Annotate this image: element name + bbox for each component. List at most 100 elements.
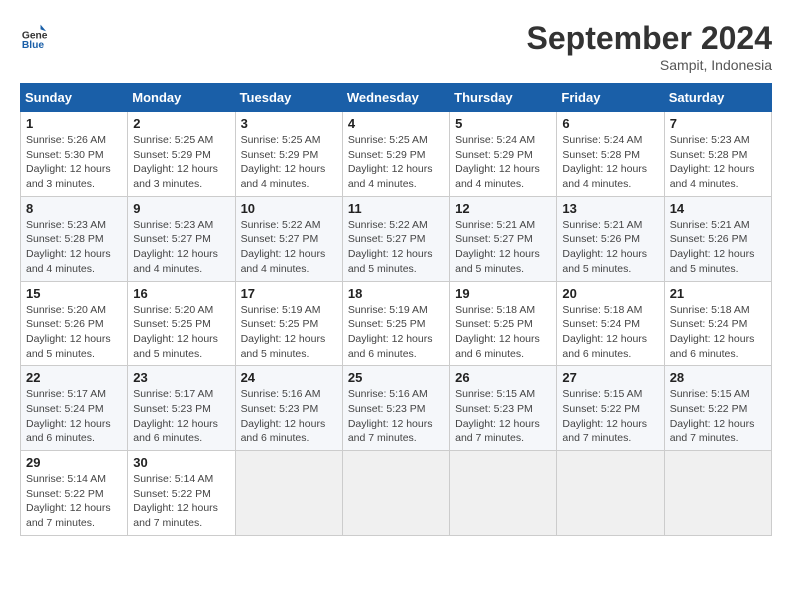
calendar-cell: 26 Sunrise: 5:15 AMSunset: 5:23 PMDaylig… [450, 366, 557, 451]
calendar-cell [450, 451, 557, 536]
calendar-cell: 20 Sunrise: 5:18 AMSunset: 5:24 PMDaylig… [557, 281, 664, 366]
calendar-cell: 4 Sunrise: 5:25 AMSunset: 5:29 PMDayligh… [342, 112, 449, 197]
calendar-week-row: 22 Sunrise: 5:17 AMSunset: 5:24 PMDaylig… [21, 366, 772, 451]
calendar-cell: 14 Sunrise: 5:21 AMSunset: 5:26 PMDaylig… [664, 196, 771, 281]
day-number: 16 [133, 286, 229, 301]
calendar-body: 1 Sunrise: 5:26 AMSunset: 5:30 PMDayligh… [21, 112, 772, 536]
weekday-sunday: Sunday [21, 84, 128, 112]
day-number: 9 [133, 201, 229, 216]
calendar-cell: 11 Sunrise: 5:22 AMSunset: 5:27 PMDaylig… [342, 196, 449, 281]
day-number: 3 [241, 116, 337, 131]
day-number: 14 [670, 201, 766, 216]
calendar-cell [664, 451, 771, 536]
calendar-cell: 16 Sunrise: 5:20 AMSunset: 5:25 PMDaylig… [128, 281, 235, 366]
day-info: Sunrise: 5:23 AMSunset: 5:27 PMDaylight:… [133, 218, 229, 277]
day-info: Sunrise: 5:17 AMSunset: 5:24 PMDaylight:… [26, 387, 122, 446]
calendar-table: SundayMondayTuesdayWednesdayThursdayFrid… [20, 83, 772, 536]
day-info: Sunrise: 5:15 AMSunset: 5:22 PMDaylight:… [562, 387, 658, 446]
logo: General Blue [20, 20, 48, 48]
day-number: 27 [562, 370, 658, 385]
day-info: Sunrise: 5:16 AMSunset: 5:23 PMDaylight:… [241, 387, 337, 446]
weekday-wednesday: Wednesday [342, 84, 449, 112]
logo-icon: General Blue [20, 20, 48, 48]
day-info: Sunrise: 5:18 AMSunset: 5:25 PMDaylight:… [455, 303, 551, 362]
day-number: 23 [133, 370, 229, 385]
calendar-cell: 25 Sunrise: 5:16 AMSunset: 5:23 PMDaylig… [342, 366, 449, 451]
weekday-tuesday: Tuesday [235, 84, 342, 112]
day-info: Sunrise: 5:20 AMSunset: 5:26 PMDaylight:… [26, 303, 122, 362]
weekday-header-row: SundayMondayTuesdayWednesdayThursdayFrid… [21, 84, 772, 112]
calendar-cell: 28 Sunrise: 5:15 AMSunset: 5:22 PMDaylig… [664, 366, 771, 451]
day-info: Sunrise: 5:19 AMSunset: 5:25 PMDaylight:… [241, 303, 337, 362]
day-number: 28 [670, 370, 766, 385]
day-info: Sunrise: 5:21 AMSunset: 5:26 PMDaylight:… [670, 218, 766, 277]
calendar-cell: 12 Sunrise: 5:21 AMSunset: 5:27 PMDaylig… [450, 196, 557, 281]
day-info: Sunrise: 5:14 AMSunset: 5:22 PMDaylight:… [133, 472, 229, 531]
page-header: General Blue September 2024 Sampit, Indo… [20, 20, 772, 73]
calendar-cell: 8 Sunrise: 5:23 AMSunset: 5:28 PMDayligh… [21, 196, 128, 281]
calendar-cell: 9 Sunrise: 5:23 AMSunset: 5:27 PMDayligh… [128, 196, 235, 281]
day-number: 20 [562, 286, 658, 301]
calendar-cell: 23 Sunrise: 5:17 AMSunset: 5:23 PMDaylig… [128, 366, 235, 451]
day-info: Sunrise: 5:18 AMSunset: 5:24 PMDaylight:… [670, 303, 766, 362]
day-number: 11 [348, 201, 444, 216]
calendar-cell [342, 451, 449, 536]
calendar-week-row: 29 Sunrise: 5:14 AMSunset: 5:22 PMDaylig… [21, 451, 772, 536]
day-info: Sunrise: 5:15 AMSunset: 5:22 PMDaylight:… [670, 387, 766, 446]
calendar-cell: 17 Sunrise: 5:19 AMSunset: 5:25 PMDaylig… [235, 281, 342, 366]
day-info: Sunrise: 5:20 AMSunset: 5:25 PMDaylight:… [133, 303, 229, 362]
calendar-cell: 30 Sunrise: 5:14 AMSunset: 5:22 PMDaylig… [128, 451, 235, 536]
location: Sampit, Indonesia [527, 57, 772, 73]
day-number: 7 [670, 116, 766, 131]
weekday-monday: Monday [128, 84, 235, 112]
day-info: Sunrise: 5:25 AMSunset: 5:29 PMDaylight:… [241, 133, 337, 192]
day-number: 1 [26, 116, 122, 131]
day-number: 12 [455, 201, 551, 216]
day-number: 18 [348, 286, 444, 301]
day-number: 17 [241, 286, 337, 301]
weekday-friday: Friday [557, 84, 664, 112]
day-number: 6 [562, 116, 658, 131]
day-number: 8 [26, 201, 122, 216]
calendar-cell: 24 Sunrise: 5:16 AMSunset: 5:23 PMDaylig… [235, 366, 342, 451]
calendar-cell: 27 Sunrise: 5:15 AMSunset: 5:22 PMDaylig… [557, 366, 664, 451]
calendar-cell [557, 451, 664, 536]
calendar-cell: 22 Sunrise: 5:17 AMSunset: 5:24 PMDaylig… [21, 366, 128, 451]
weekday-saturday: Saturday [664, 84, 771, 112]
calendar-week-row: 15 Sunrise: 5:20 AMSunset: 5:26 PMDaylig… [21, 281, 772, 366]
calendar-week-row: 8 Sunrise: 5:23 AMSunset: 5:28 PMDayligh… [21, 196, 772, 281]
weekday-thursday: Thursday [450, 84, 557, 112]
calendar-cell [235, 451, 342, 536]
calendar-cell: 2 Sunrise: 5:25 AMSunset: 5:29 PMDayligh… [128, 112, 235, 197]
day-info: Sunrise: 5:25 AMSunset: 5:29 PMDaylight:… [348, 133, 444, 192]
day-number: 4 [348, 116, 444, 131]
day-number: 25 [348, 370, 444, 385]
day-info: Sunrise: 5:26 AMSunset: 5:30 PMDaylight:… [26, 133, 122, 192]
calendar-cell: 10 Sunrise: 5:22 AMSunset: 5:27 PMDaylig… [235, 196, 342, 281]
day-info: Sunrise: 5:22 AMSunset: 5:27 PMDaylight:… [241, 218, 337, 277]
day-info: Sunrise: 5:23 AMSunset: 5:28 PMDaylight:… [670, 133, 766, 192]
day-info: Sunrise: 5:17 AMSunset: 5:23 PMDaylight:… [133, 387, 229, 446]
day-info: Sunrise: 5:21 AMSunset: 5:26 PMDaylight:… [562, 218, 658, 277]
day-info: Sunrise: 5:15 AMSunset: 5:23 PMDaylight:… [455, 387, 551, 446]
calendar-cell: 29 Sunrise: 5:14 AMSunset: 5:22 PMDaylig… [21, 451, 128, 536]
title-block: September 2024 Sampit, Indonesia [527, 20, 772, 73]
day-number: 30 [133, 455, 229, 470]
day-info: Sunrise: 5:24 AMSunset: 5:28 PMDaylight:… [562, 133, 658, 192]
day-info: Sunrise: 5:25 AMSunset: 5:29 PMDaylight:… [133, 133, 229, 192]
day-number: 2 [133, 116, 229, 131]
day-number: 5 [455, 116, 551, 131]
calendar-cell: 6 Sunrise: 5:24 AMSunset: 5:28 PMDayligh… [557, 112, 664, 197]
day-number: 21 [670, 286, 766, 301]
day-number: 29 [26, 455, 122, 470]
day-number: 19 [455, 286, 551, 301]
calendar-cell: 7 Sunrise: 5:23 AMSunset: 5:28 PMDayligh… [664, 112, 771, 197]
day-info: Sunrise: 5:18 AMSunset: 5:24 PMDaylight:… [562, 303, 658, 362]
calendar-cell: 3 Sunrise: 5:25 AMSunset: 5:29 PMDayligh… [235, 112, 342, 197]
day-number: 26 [455, 370, 551, 385]
calendar-cell: 5 Sunrise: 5:24 AMSunset: 5:29 PMDayligh… [450, 112, 557, 197]
day-info: Sunrise: 5:22 AMSunset: 5:27 PMDaylight:… [348, 218, 444, 277]
svg-text:Blue: Blue [22, 40, 45, 48]
day-info: Sunrise: 5:19 AMSunset: 5:25 PMDaylight:… [348, 303, 444, 362]
calendar-week-row: 1 Sunrise: 5:26 AMSunset: 5:30 PMDayligh… [21, 112, 772, 197]
